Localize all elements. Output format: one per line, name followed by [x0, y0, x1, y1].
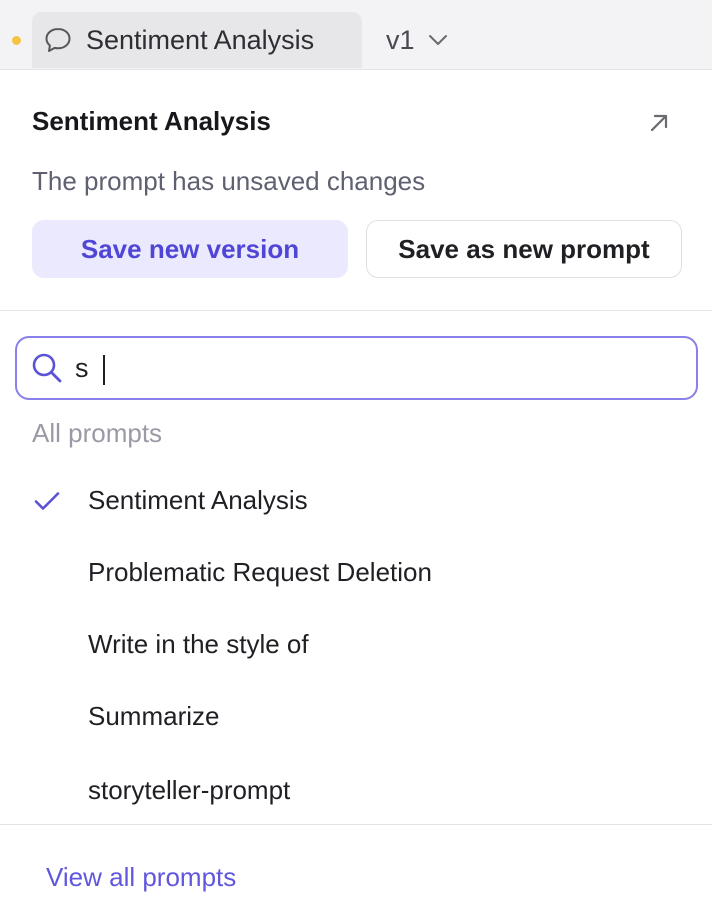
divider	[0, 310, 712, 311]
prompt-switcher-panel: Sentiment Analysis v1 Sentiment Analysis…	[0, 0, 712, 922]
chevron-down-icon	[428, 35, 447, 45]
unsaved-changes-message: The prompt has unsaved changes	[32, 166, 426, 196]
prompt-item-storyteller-prompt[interactable]: storyteller-prompt	[0, 762, 712, 818]
search-icon	[32, 353, 62, 383]
prompt-item-label: Sentiment Analysis	[88, 484, 308, 515]
divider	[0, 824, 712, 825]
chat-bubble-icon	[45, 28, 71, 52]
top-bar: Sentiment Analysis v1	[0, 0, 712, 70]
arrow-up-right-icon[interactable]	[644, 108, 674, 138]
prompt-title: Sentiment Analysis	[86, 24, 315, 55]
search-box[interactable]	[15, 336, 698, 400]
version-label: v1	[386, 24, 415, 55]
unsaved-indicator-dot	[12, 36, 21, 45]
prompt-item-summarize[interactable]: Summarize	[0, 688, 712, 744]
prompt-item-label: Problematic Request Deletion	[88, 556, 432, 587]
search-input[interactable]	[75, 352, 635, 384]
text-caret	[103, 355, 105, 385]
checkmark-icon	[34, 492, 60, 510]
panel-title: Sentiment Analysis	[32, 106, 271, 136]
save-new-version-button[interactable]: Save new version	[32, 220, 348, 278]
section-label-all-prompts: All prompts	[32, 418, 163, 448]
view-all-prompts-link[interactable]: View all prompts	[46, 862, 236, 893]
prompt-item-label: storyteller-prompt	[88, 774, 291, 805]
prompt-title-tab[interactable]: Sentiment Analysis	[32, 12, 362, 68]
save-as-new-prompt-button[interactable]: Save as new prompt	[366, 220, 682, 278]
version-selector[interactable]: v1	[386, 20, 451, 60]
prompt-item-sentiment-analysis[interactable]: Sentiment Analysis	[0, 472, 712, 528]
prompt-item-label: Write in the style of	[88, 628, 309, 659]
prompt-item-problematic-request-deletion[interactable]: Problematic Request Deletion	[0, 544, 712, 600]
prompt-item-label: Summarize	[88, 700, 220, 731]
prompt-item-write-in-the-style-of[interactable]: Write in the style of	[0, 616, 712, 672]
